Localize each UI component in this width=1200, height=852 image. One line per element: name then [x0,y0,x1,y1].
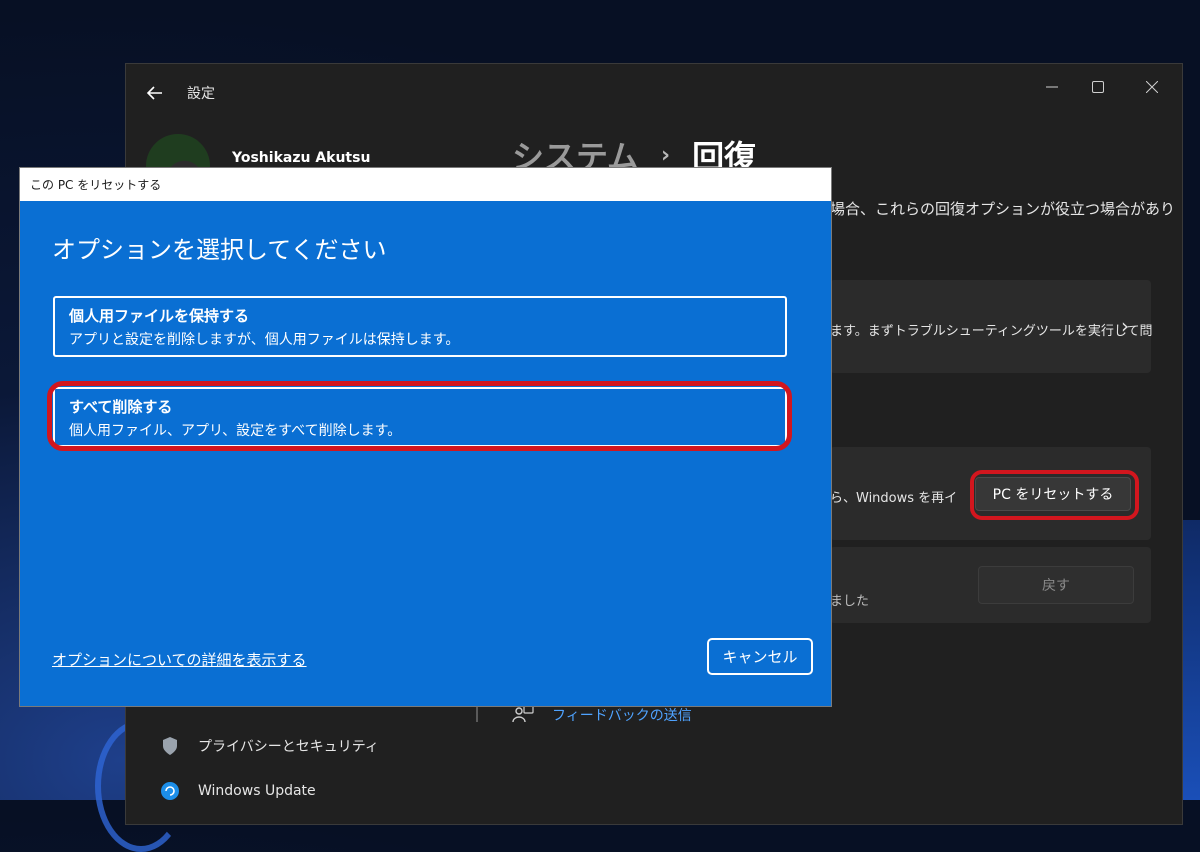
fix-card-text: ます。まずトラブルシューティングツールを実行して問 [830,324,1153,339]
windows-update-icon [160,781,180,801]
dialog-heading: オプションを選択してください [52,236,387,264]
reset-button-highlight [970,470,1139,520]
profile-name: Yoshikazu Akutsu [232,150,371,166]
feedback-label: フィードバックの送信 [552,708,692,724]
fix-problems-card[interactable]: ます。まずトラブルシューティングツールを実行して問 › [830,280,1153,373]
breadcrumb-separator: › [661,142,671,168]
minimize-icon[interactable] [1032,72,1072,102]
chevron-right-icon: › [1121,314,1129,338]
go-back-card-text: ました [830,594,870,609]
reset-card-text: ら、Windows を再イ [830,491,958,506]
back-arrow-icon[interactable] [144,82,166,104]
app-title: 設定 [187,86,215,102]
sidebar-item-privacy[interactable]: プライバシーとセキュリティ [160,736,379,756]
maximize-icon[interactable] [1078,72,1118,102]
sidebar-item-label: Windows Update [198,783,316,799]
close-icon[interactable] [1132,72,1172,102]
shield-icon [160,736,180,756]
options-details-link[interactable]: オプションについての詳細を表示する [52,649,307,670]
remove-everything-highlight [47,381,792,451]
feedback-icon [512,704,534,726]
option-title: 個人用ファイルを保持する [69,307,250,325]
settings-titlebar: 設定 [126,64,1182,120]
sidebar-item-label: プライバシーとセキュリティ [198,739,379,755]
dialog-title: この PC をリセットする [20,168,831,201]
keep-files-option[interactable]: 個人用ファイルを保持する アプリと設定を削除しますが、個人用ファイルは保持します… [53,296,787,357]
page-description: 場合、これらの回復オプションが役立つ場合があり [830,200,1176,218]
reset-pc-dialog: この PC をリセットする オプションを選択してください 個人用ファイルを保持す… [19,167,832,707]
feedback-link[interactable]: フィードバックの送信 [512,704,692,726]
go-back-button[interactable]: 戻す [978,566,1134,604]
sidebar-item-windows-update[interactable]: Windows Update [160,781,316,801]
cancel-button[interactable]: キャンセル [707,638,813,675]
option-description: アプリと設定を削除しますが、個人用ファイルは保持します。 [69,332,460,348]
